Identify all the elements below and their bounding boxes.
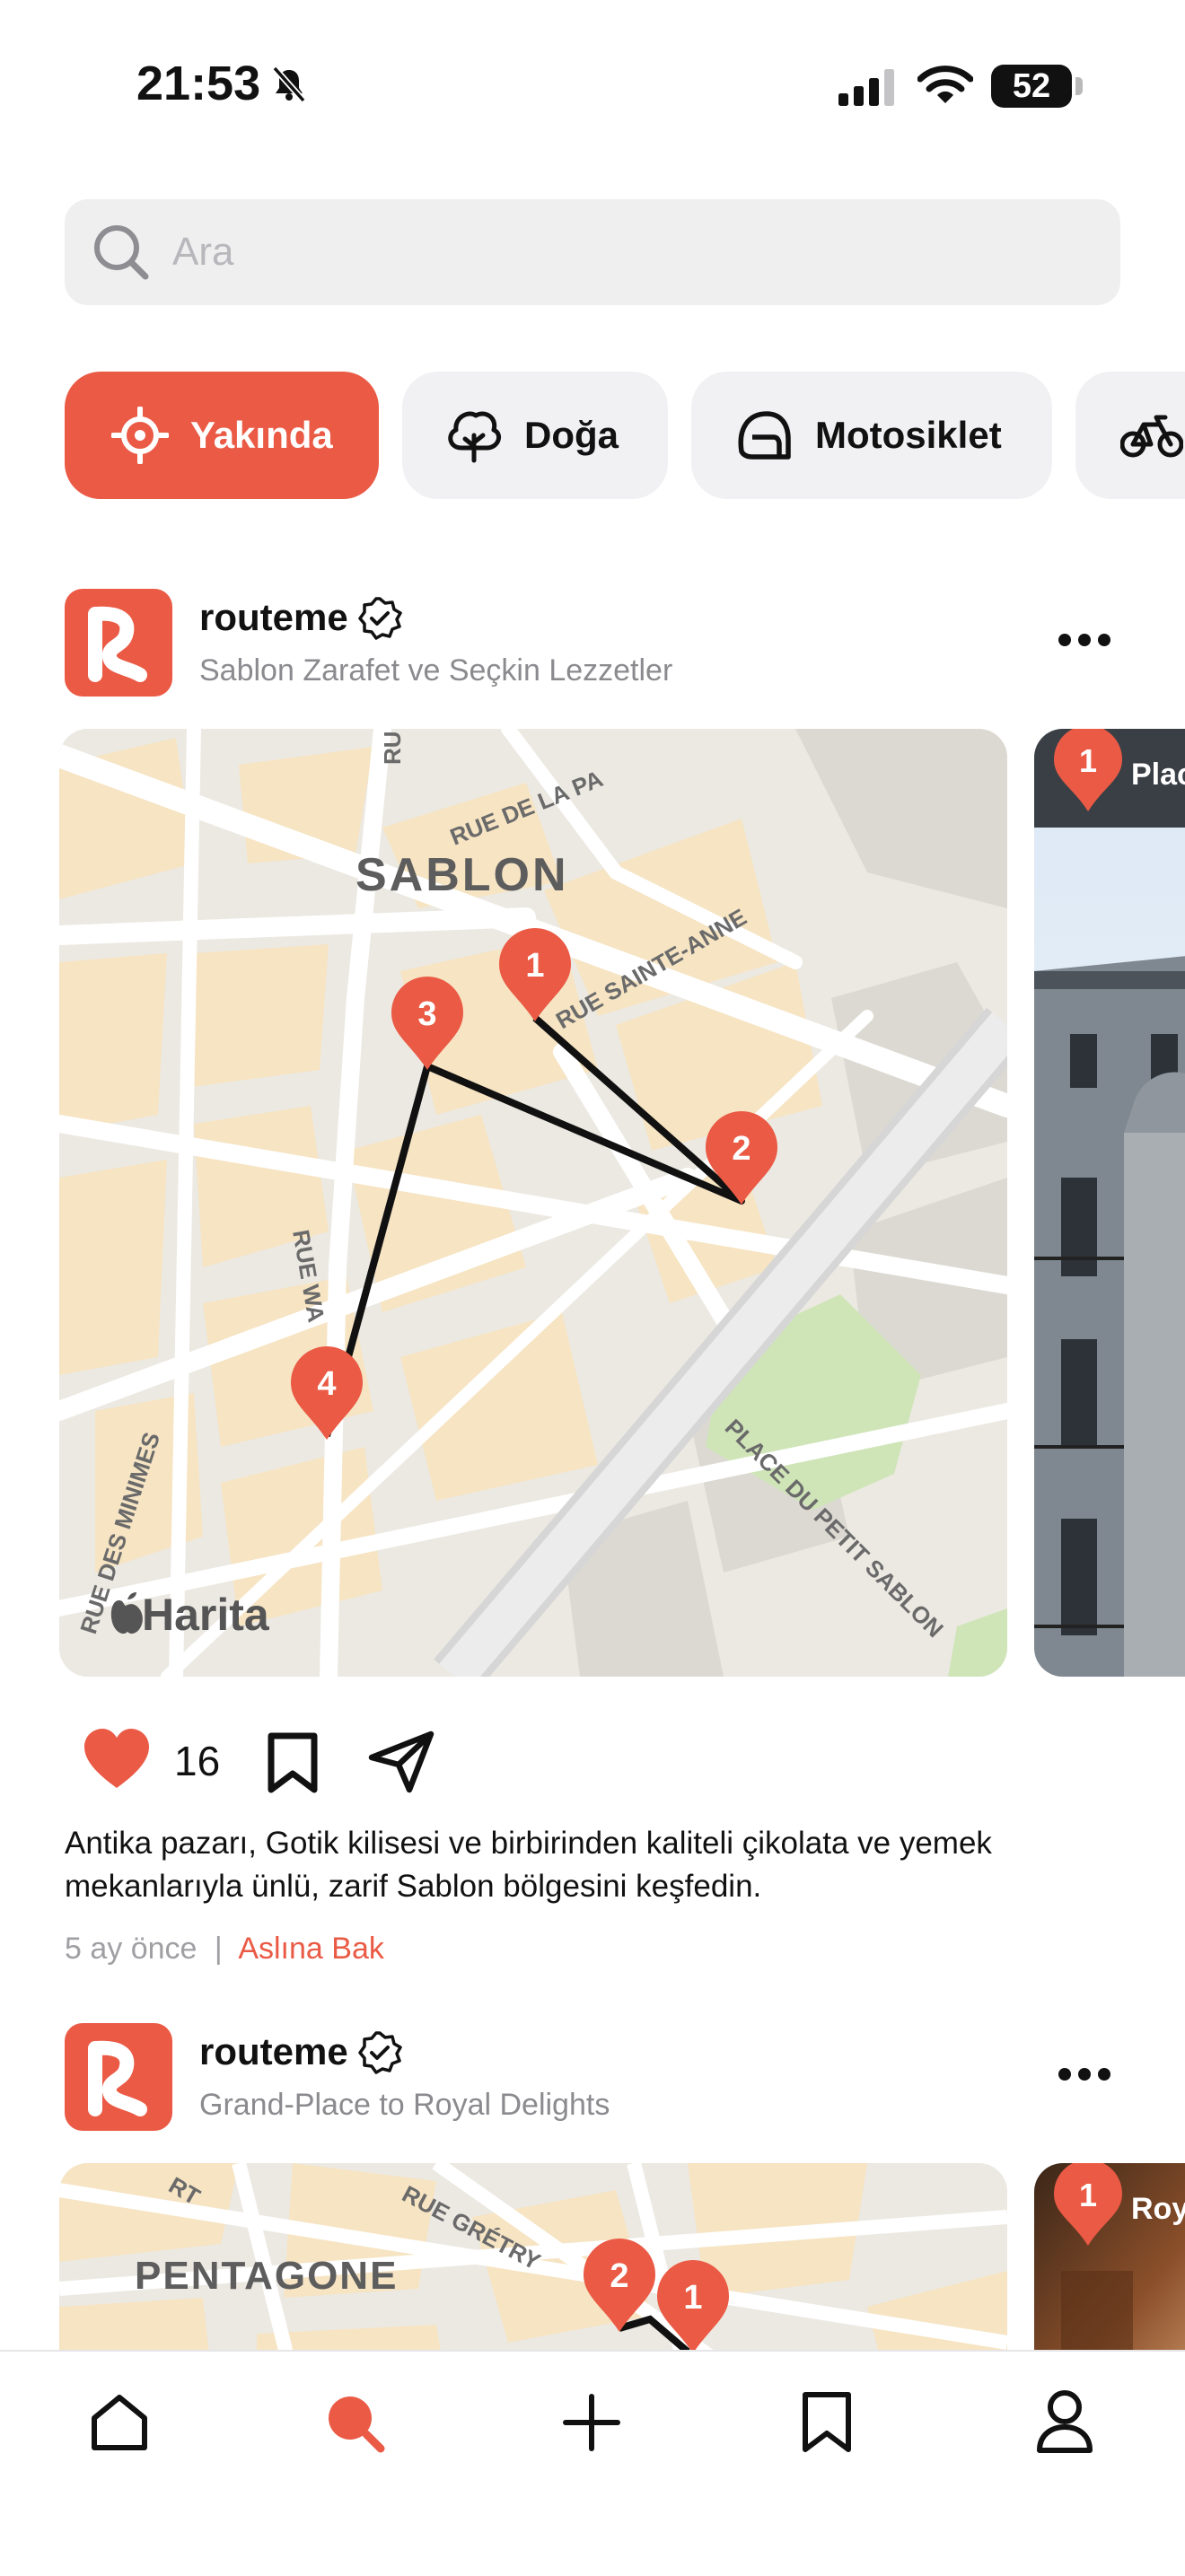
place-photo[interactable]: 1 Roy <box>1034 2163 1185 2379</box>
meta-separator: | <box>214 1932 223 1966</box>
location-crosshair-icon <box>111 407 169 464</box>
like-count: 16 <box>174 1738 221 1784</box>
avatar[interactable] <box>65 2023 172 2131</box>
svg-text:1: 1 <box>1079 742 1097 779</box>
more-options-icon[interactable] <box>1058 618 1111 658</box>
bell-slash-icon <box>272 66 306 103</box>
chip-label: Motosiklet <box>815 414 1002 456</box>
search-icon[interactable] <box>325 2393 386 2454</box>
verified-badge-icon <box>358 597 402 640</box>
post-username[interactable]: routeme <box>199 596 348 639</box>
home-icon[interactable] <box>90 2393 149 2452</box>
routeme-logo-icon <box>88 606 147 682</box>
svg-text:1: 1 <box>1079 2177 1097 2213</box>
battery-indicator: 52 <box>991 65 1072 108</box>
battery-cap <box>1075 77 1083 95</box>
post-meta: 5 ay önce | Aslına Bak <box>65 1932 384 1967</box>
chip-label: Doğa <box>524 414 619 456</box>
map-district-label: SABLON <box>356 849 569 901</box>
send-icon[interactable] <box>368 1730 434 1793</box>
add-icon[interactable] <box>562 2393 621 2452</box>
post-time: 5 ay önce <box>65 1932 198 1966</box>
chip-bicycle[interactable] <box>1075 372 1185 499</box>
post-subtitle: Sablon Zarafet ve Seçkin Lezzetler <box>199 653 673 688</box>
chip-label: Yakında <box>190 414 333 456</box>
wifi-icon <box>917 66 973 103</box>
helmet-icon <box>738 411 791 460</box>
status-time: 21:53 <box>136 57 261 110</box>
tab-bar <box>0 2350 1185 2576</box>
svg-text:3: 3 <box>417 995 436 1033</box>
map-watermark: Harita <box>142 1590 270 1640</box>
svg-text:2: 2 <box>610 2257 628 2295</box>
chip-nearby[interactable]: Yakında <box>65 372 379 499</box>
svg-text:4: 4 <box>317 1365 336 1403</box>
bicycle-icon <box>1120 415 1183 458</box>
search-placeholder: Ara <box>172 230 234 274</box>
svg-text:2: 2 <box>732 1130 750 1168</box>
heart-filled-icon[interactable] <box>83 1729 151 1792</box>
map-district-label: PENTAGONE <box>135 2254 398 2298</box>
photo-label: Roy <box>1131 2192 1185 2226</box>
map-street-label: RU <box>379 731 406 765</box>
place-photo[interactable]: 1 Plac <box>1034 729 1185 1677</box>
chip-nature[interactable]: Doğa <box>402 372 668 499</box>
avatar[interactable] <box>65 589 172 697</box>
svg-text:1: 1 <box>683 2279 702 2317</box>
verified-badge-icon <box>358 2031 402 2074</box>
search-bar[interactable]: Ara <box>65 199 1120 305</box>
svg-text:1: 1 <box>525 947 544 985</box>
post-caption: Antika pazarı, Gotik kilisesi ve birbiri… <box>65 1826 992 1904</box>
tree-icon <box>448 411 502 463</box>
route-map[interactable]: SABLON RUE DE LA PA RUE SAINTE-ANNE RUE … <box>59 729 1007 1677</box>
photo-label: Plac <box>1131 758 1185 792</box>
bookmark-icon[interactable] <box>801 2391 853 2454</box>
more-options-icon[interactable] <box>1058 2052 1111 2092</box>
see-original-link[interactable]: Aslına Bak <box>238 1932 384 1966</box>
profile-icon[interactable] <box>1036 2389 1093 2454</box>
post-username[interactable]: routeme <box>199 2030 348 2073</box>
chip-motorcycle[interactable]: Motosiklet <box>691 372 1052 499</box>
route-map[interactable]: PENTAGONE RUE GRÉTRY RT 2 1 <box>59 2163 1007 2379</box>
search-icon <box>94 225 149 280</box>
bookmark-icon[interactable] <box>266 1732 320 1793</box>
cellular-signal-icon <box>838 69 894 106</box>
post-subtitle: Grand-Place to Royal Delights <box>199 2088 610 2122</box>
routeme-logo-icon <box>88 2040 147 2116</box>
